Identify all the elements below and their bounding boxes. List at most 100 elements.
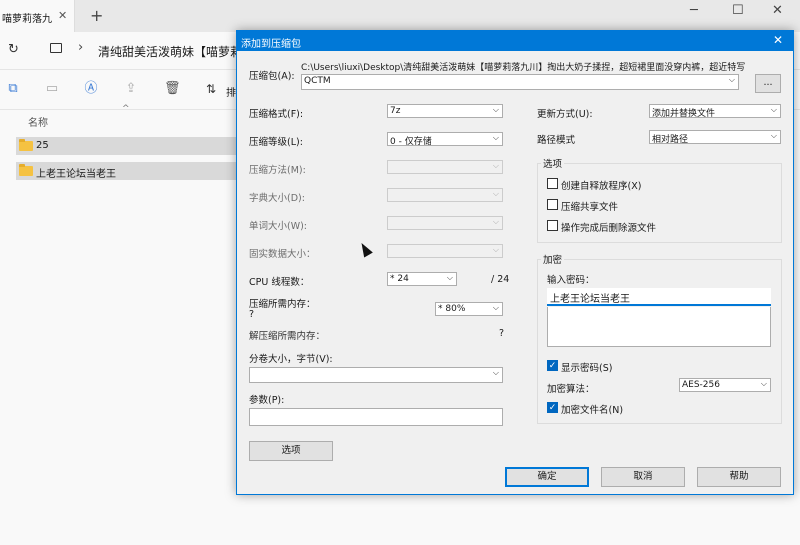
cpu-threads-max: / 24 [491,274,510,285]
copy-icon[interactable]: ⧉ [6,82,20,96]
paste-icon[interactable]: ▭ [45,82,59,96]
browse-button[interactable]: ... [755,74,781,93]
decompress-memory-label: 解压缩所需内存： [249,331,326,342]
new-tab-icon[interactable]: + [90,6,103,25]
dialog-title: 添加到压缩包 [241,39,301,50]
encryption-method-label: 加密算法： [547,384,595,395]
ok-button[interactable]: 确定 [505,467,589,487]
cpu-threads-value: * 24 [390,274,409,284]
archive-label: 压缩包(A): [249,71,295,82]
sort-icon[interactable]: ⇅ [206,82,216,96]
close-icon[interactable]: ✕ [773,33,783,47]
share-icon[interactable]: ⇪ [124,82,138,96]
format-label: 压缩格式(F): [249,109,304,120]
sfx-checkbox[interactable] [547,178,558,189]
maximize-icon[interactable]: ☐ [732,3,744,18]
params-input[interactable] [249,408,503,426]
chevron-down-icon: ⌵ [770,105,777,114]
shared-files-label[interactable]: 压缩共享文件 [561,199,618,213]
archive-name-combo[interactable]: QCTM ⌵ [301,74,739,90]
refresh-icon[interactable]: ↻ [8,42,19,57]
update-mode-label: 更新方式(U): [537,109,593,120]
dialog-title-bar[interactable]: 添加到压缩包 ✕ [237,31,793,51]
cpu-threads-label: CPU 线程数： [249,277,310,288]
options-button[interactable]: 选项 [249,441,333,461]
volume-size-combo[interactable]: ⌵ [249,367,503,383]
path-mode-value: 相对路径 [652,135,689,145]
encrypt-names-checkbox[interactable]: ✓ [547,402,558,413]
explorer-tab[interactable]: 喵萝莉落九 ✕ [0,0,75,32]
format-select[interactable]: 7z ⌵ [387,104,503,118]
word-size-select[interactable]: ⌵ [387,216,503,230]
shared-files-checkbox[interactable] [547,199,558,210]
solid-size-label: 固实数据大小： [249,249,316,260]
level-value: 0 - 仅存储 [390,137,432,147]
delete-source-label[interactable]: 操作完成后删除源文件 [561,220,656,234]
show-password-label[interactable]: 显示密码(S) [561,360,612,374]
list-item[interactable]: 上老王论坛当老王 [16,162,236,180]
chevron-right-icon[interactable]: › [78,40,83,55]
compress-memory-label: 压缩所需内存： [249,299,316,310]
compress-memory-value: ? [249,309,255,320]
cancel-button[interactable]: 取消 [601,467,685,487]
update-mode-value: 添加并替换文件 [652,109,716,119]
encryption-method-select[interactable]: AES-256 ⌵ [679,378,771,392]
delete-source-checkbox[interactable] [547,220,558,231]
sfx-label[interactable]: 创建自释放程序(X) [561,178,641,192]
chevron-down-icon: ⌵ [492,245,499,254]
cpu-threads-select[interactable]: * 24 ⌵ [387,272,457,286]
rename-icon[interactable]: Ⓐ [84,82,98,96]
show-password-checkbox[interactable]: ✓ [547,360,558,371]
address-path[interactable]: 清纯甜美活泼萌妹【喵萝莉 [98,43,242,60]
chevron-down-icon: ⌵ [492,217,499,226]
decompress-memory-value: ? [499,328,505,339]
list-item-label: 25 [36,140,49,151]
list-item[interactable]: 25 [16,137,236,155]
delete-icon[interactable]: 🗑 [164,82,181,96]
chevron-down-icon: ⌵ [492,189,499,198]
encryption-group-title: 加密 [541,252,565,266]
chevron-down-icon: ⌵ [492,368,499,377]
chevron-down-icon: ⌵ [770,131,777,140]
chevron-down-icon: ⌵ [492,133,499,142]
password-confirm-area[interactable] [547,307,771,347]
solid-size-select[interactable]: ⌵ [387,244,503,258]
close-tab-icon[interactable]: ✕ [58,9,67,22]
list-item-label: 上老王论坛当老王 [36,169,116,180]
column-header-name[interactable]: 名称 [28,114,48,129]
method-label: 压缩方法(M): [249,165,306,176]
password-label: 输入密码： [547,275,595,286]
explorer-tab-bar: 喵萝莉落九 ✕ + ─ ☐ ✕ [0,0,800,32]
format-value: 7z [390,106,401,116]
params-label: 参数(P): [249,395,285,406]
level-select[interactable]: 0 - 仅存储 ⌵ [387,132,503,147]
password-input[interactable]: 上老王论坛当老王 [547,288,771,306]
minimize-icon[interactable]: ─ [690,3,698,18]
path-mode-label: 路径模式 [537,135,576,146]
method-select[interactable]: ⌵ [387,160,503,174]
dict-size-label: 字典大小(D): [249,193,305,204]
word-size-label: 单词大小(W): [249,221,308,232]
options-group-title: 选项 [541,156,565,170]
chevron-down-icon: ⌵ [760,379,767,388]
dict-size-select[interactable]: ⌵ [387,188,503,202]
encrypt-names-label[interactable]: 加密文件名(N) [561,402,623,416]
compress-memory-percent: * 80% [438,304,466,314]
help-button[interactable]: 帮助 [697,467,781,487]
chevron-down-icon: ⌵ [492,303,499,312]
chevron-down-icon: ⌵ [492,105,499,114]
update-mode-select[interactable]: 添加并替换文件 ⌵ [649,104,781,119]
folder-icon [19,139,33,151]
compress-memory-select[interactable]: * 80% ⌵ [435,302,503,316]
chevron-down-icon: ⌵ [446,273,453,282]
folder-icon [19,164,33,176]
sort-label[interactable]: 排 [226,84,236,99]
this-pc-icon [50,43,62,53]
chevron-down-icon[interactable]: ⌵ [729,75,735,85]
volume-size-label: 分卷大小，字节(V): [249,354,333,365]
archive-name-value: QCTM [304,76,331,86]
add-to-archive-dialog: 添加到压缩包 ✕ 压缩包(A): C:\Users\liuxi\Desktop\… [236,30,794,495]
path-mode-select[interactable]: 相对路径 ⌵ [649,130,781,145]
close-window-icon[interactable]: ✕ [772,3,783,18]
sort-caret-icon: ^ [122,104,130,114]
